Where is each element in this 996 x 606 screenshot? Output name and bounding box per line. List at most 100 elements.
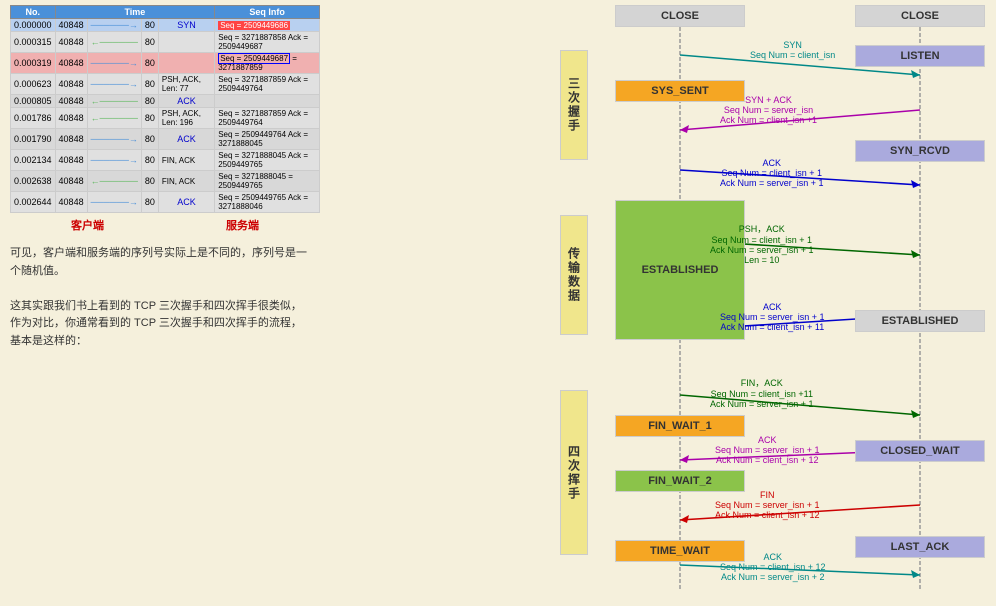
pkt-seq: Seq = 2509449765 Ack = 3271888046 xyxy=(215,192,320,213)
transmit-label: 传输数据 xyxy=(560,215,588,335)
state-fin-wait-1: FIN_WAIT_1 xyxy=(615,415,745,437)
three-handshake-label: 三次握手 xyxy=(560,50,588,160)
pkt-arrow: ──────→ xyxy=(87,150,141,171)
psh-seq: Seq Num = client_isn + 1 xyxy=(710,235,814,245)
state-close-right: CLOSE xyxy=(855,5,985,27)
fin-annotation: FIN Seq Num = server_isn + 1 Ack Num = c… xyxy=(715,490,820,520)
pkt-seq: Seq = 3271887859 Ack = 2509449764 xyxy=(215,108,320,129)
pkt-dst: 80 xyxy=(141,150,158,171)
pkt-no: 0.002134 xyxy=(11,150,56,171)
pkt-seq: Seq = 3271888045 Ack = 2509449765 xyxy=(215,150,320,171)
pkt-arrow: ←────── xyxy=(87,108,141,129)
state-close-left: CLOSE xyxy=(615,5,745,27)
pkt-no: 0.002644 xyxy=(11,192,56,213)
server-label: 服务端 xyxy=(226,217,259,233)
pkt-src: 40848 xyxy=(55,129,87,150)
pkt-no: 0.000319 xyxy=(11,53,56,74)
fin-ack-annotation: FIN，ACK Seq Num = client_isn +11 Ack Num… xyxy=(710,376,814,409)
pkt-flags: PSH, ACK, Len: 77 xyxy=(158,74,214,95)
pkt-arrow: ←────── xyxy=(87,171,141,192)
pkt-dst: 80 xyxy=(141,32,158,53)
psh-len: Len = 10 xyxy=(710,255,814,265)
pkt-flags xyxy=(158,32,214,53)
pkt-src: 40848 xyxy=(55,32,87,53)
psh-annotation: PSH，ACK Seq Num = client_isn + 1 Ack Num… xyxy=(710,222,814,265)
pkt-flags: ACK xyxy=(158,192,214,213)
state-closed-wait: CLOSED_WAIT xyxy=(855,440,985,462)
packet-row-9: 0.002638 40848 ←────── 80 FIN, ACK Seq =… xyxy=(11,171,320,192)
ack1-seq: Seq Num = client_isn + 1 xyxy=(720,168,824,178)
pkt-flags: FIN, ACK xyxy=(158,171,214,192)
pkt-src: 40848 xyxy=(55,171,87,192)
pkt-dst: 80 xyxy=(141,19,158,32)
ack2-ack: Ack Num = client_isn + 11 xyxy=(720,322,825,332)
ack3-annotation: ACK Seq Num = server_isn + 1 Ack Num = c… xyxy=(715,435,820,465)
pkt-no: 0.000805 xyxy=(11,95,56,108)
desc-1: 可见，客户端和服务端的序列号实际上是不同的，序列号是一个随机值。 xyxy=(10,245,310,280)
ack3-ack: Ack Num = clent_isn + 12 xyxy=(715,455,820,465)
pkt-flags: PSH, ACK, Len: 196 xyxy=(158,108,214,129)
pkt-dst: 80 xyxy=(141,108,158,129)
pkt-flags: FIN, ACK xyxy=(158,150,214,171)
syn-ack-label: SYN + ACK xyxy=(720,95,817,105)
pkt-no: 0.002638 xyxy=(11,171,56,192)
syn-ack-ack: Ack Num = client_isn +1 xyxy=(720,115,817,125)
pkt-arrow: ──────→ xyxy=(87,53,141,74)
client-label: 客户端 xyxy=(71,217,104,233)
packet-row-10: 0.002644 40848 ──────→ 80 ACK Seq = 2509… xyxy=(11,192,320,213)
fin-label: FIN xyxy=(715,490,820,500)
syn-ack-seq: Seq Num = server_isn xyxy=(720,105,817,115)
ack4-annotation: ACK Seq Num = client_isn + 12 Ack Num = … xyxy=(720,552,826,582)
pkt-no: 0.001790 xyxy=(11,129,56,150)
pkt-seq xyxy=(215,95,320,108)
state-listen: LISTEN xyxy=(855,45,985,67)
pkt-arrow: ──────→ xyxy=(87,74,141,95)
ack4-label: ACK xyxy=(720,552,826,562)
packet-row-1: 0.000000 40848 ──────→ 80 SYN Seq = 2509… xyxy=(11,19,320,32)
pkt-seq: Seq = 3271888045 = 2509449765 xyxy=(215,171,320,192)
pkt-seq: Seq = 3271887858 Ack = 2509449687 xyxy=(215,32,320,53)
pkt-src: 40848 xyxy=(55,53,87,74)
pkt-dst: 80 xyxy=(141,171,158,192)
pkt-dst: 80 xyxy=(141,192,158,213)
packet-row-2: 0.000315 40848 ←────── 80 Seq = 32718878… xyxy=(11,32,320,53)
syn-seq: Seq Num = client_isn xyxy=(750,50,835,60)
pkt-dst: 80 xyxy=(141,74,158,95)
ack4-ack: Ack Num = server_isn + 2 xyxy=(720,572,826,582)
pkt-flags: SYN xyxy=(158,19,214,32)
pkt-arrow: ──────→ xyxy=(87,192,141,213)
pkt-seq: Seq = 2509449686 xyxy=(215,19,320,32)
packet-row-7: 0.001790 40848 ──────→ 80 ACK Seq = 2509… xyxy=(11,129,320,150)
ack2-label: ACK xyxy=(720,302,825,312)
syn-annotation: SYN Seq Num = client_isn xyxy=(750,40,835,60)
pkt-arrow: ──────→ xyxy=(87,19,141,32)
pkt-dst: 80 xyxy=(141,53,158,74)
endpoint-labels: 客户端 服务端 xyxy=(10,217,320,233)
state-syn-rcvd: SYN_RCVD xyxy=(855,140,985,162)
pkt-seq: Seq = 2509449764 Ack = 3271888045 xyxy=(215,129,320,150)
psh-ack: Ack Num = server_isn + 1 xyxy=(710,245,814,255)
pkt-src: 40848 xyxy=(55,108,87,129)
pkt-src: 40848 xyxy=(55,74,87,95)
pkt-arrow: ──────→ xyxy=(87,129,141,150)
ack3-label: ACK xyxy=(715,435,820,445)
ack2-annotation: ACK Seq Num = server_isn + 1 Ack Num = c… xyxy=(720,302,825,332)
packet-row-4: 0.000623 40848 ──────→ 80 PSH, ACK, Len:… xyxy=(11,74,320,95)
state-last-ack: LAST_ACK xyxy=(855,536,985,558)
packet-row-5: 0.000805 40848 ←────── 80 ACK xyxy=(11,95,320,108)
pkt-flags: ACK xyxy=(158,129,214,150)
ack4-seq: Seq Num = client_isn + 12 xyxy=(720,562,826,572)
pkt-seq: Seq = 2509449687 = 3271887859 xyxy=(215,53,320,74)
pkt-no: 0.001786 xyxy=(11,108,56,129)
fin-ack-ack: Ack Num = server_isn + 1 xyxy=(710,399,814,409)
syn-label: SYN xyxy=(750,40,835,50)
pkt-no: 0.000623 xyxy=(11,74,56,95)
diagram-panel: CLOSE SYS_SENT ESTABLISHED FIN_WAIT_1 FI… xyxy=(550,0,996,606)
ack3-seq: Seq Num = server_isn + 1 xyxy=(715,445,820,455)
ack1-ack: Ack Num = server_isn + 1 xyxy=(720,178,824,188)
pkt-src: 40848 xyxy=(55,150,87,171)
pkt-src: 40848 xyxy=(55,192,87,213)
packet-row-3: 0.000319 40848 ──────→ 80 Seq = 25094496… xyxy=(11,53,320,74)
pkt-seq: Seq = 3271887859 Ack = 2509449764 xyxy=(215,74,320,95)
col-no: No. xyxy=(11,6,56,19)
